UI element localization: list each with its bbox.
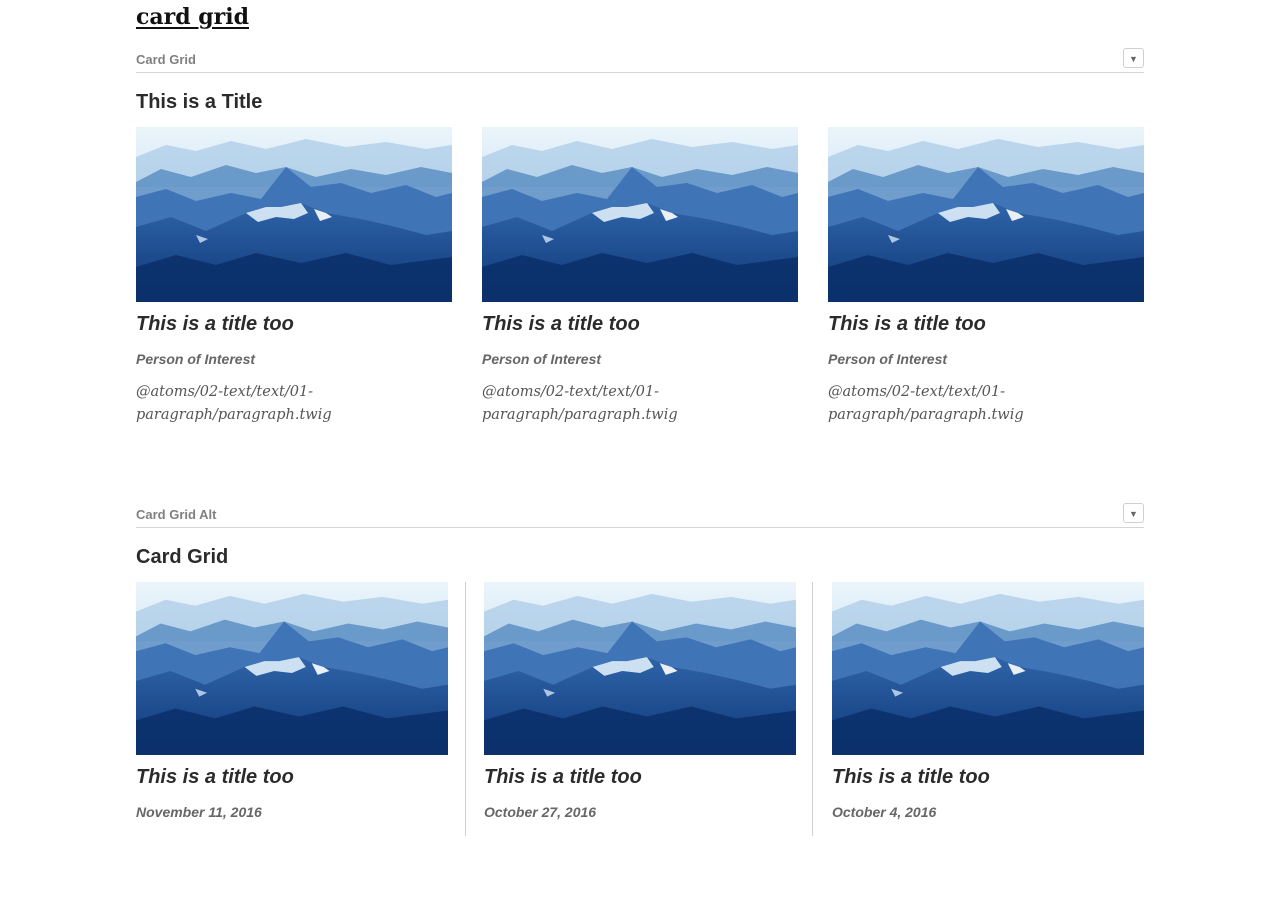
section-label: Card Grid — [136, 52, 196, 67]
card-date: October 27, 2016 — [484, 804, 597, 820]
card-subtitle: Person of Interest — [136, 351, 256, 367]
grid-title: Card Grid — [136, 546, 229, 568]
mountain-image — [828, 127, 1144, 302]
card-divider — [812, 582, 813, 836]
card-body: @atoms/02-text/text/01-paragraph/paragra… — [482, 384, 678, 423]
card-title[interactable]: This is a title too — [828, 313, 986, 336]
card[interactable]: This is a title too November 11, 2016 — [136, 582, 448, 832]
collapse-toggle-icon[interactable]: ▼ — [1123, 503, 1144, 523]
section-header-card-grid: Card Grid ▼ — [136, 48, 1144, 73]
card[interactable]: This is a title too Person of Interest @… — [136, 127, 452, 437]
card-body: @atoms/02-text/text/01-paragraph/paragra… — [136, 384, 332, 423]
grid-title: This is a Title — [136, 91, 263, 113]
card[interactable]: This is a title too Person of Interest @… — [828, 127, 1144, 437]
page-title[interactable]: card grid — [136, 4, 249, 30]
card-title[interactable]: This is a title too — [484, 766, 642, 789]
card-subtitle: Person of Interest — [828, 351, 948, 367]
card-title[interactable]: This is a title too — [832, 766, 990, 789]
card-date: November 11, 2016 — [136, 804, 262, 820]
mountain-image — [136, 127, 452, 302]
card-title[interactable]: This is a title too — [136, 313, 294, 336]
card[interactable]: This is a title too October 4, 2016 — [832, 582, 1144, 832]
card-subtitle: Person of Interest — [482, 351, 602, 367]
section-label: Card Grid Alt — [136, 507, 217, 522]
mountain-image — [482, 127, 798, 302]
card[interactable]: This is a title too Person of Interest @… — [482, 127, 798, 437]
card-title[interactable]: This is a title too — [482, 313, 640, 336]
card-title[interactable]: This is a title too — [136, 766, 294, 789]
card-body: @atoms/02-text/text/01-paragraph/paragra… — [828, 384, 1024, 423]
mountain-image — [484, 582, 796, 755]
card[interactable]: This is a title too October 27, 2016 — [484, 582, 796, 832]
mountain-image — [832, 582, 1144, 755]
card-date: October 4, 2016 — [832, 804, 937, 820]
mountain-image — [136, 582, 448, 755]
section-header-card-grid-alt: Card Grid Alt ▼ — [136, 503, 1144, 528]
card-divider — [465, 582, 466, 836]
collapse-toggle-icon[interactable]: ▼ — [1123, 48, 1144, 68]
